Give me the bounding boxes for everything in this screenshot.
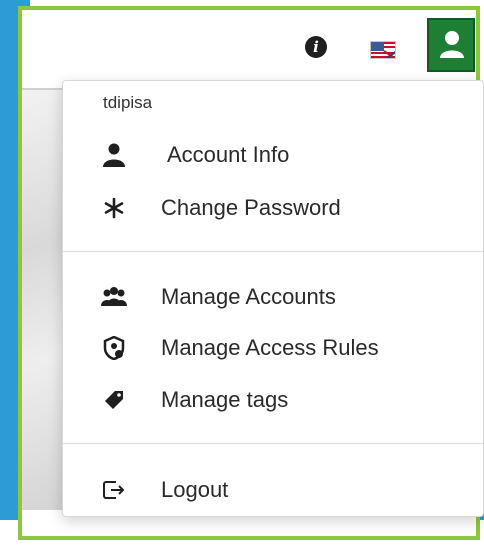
users-icon	[101, 284, 127, 310]
menu-item-manage-tags[interactable]: Manage tags	[101, 383, 288, 417]
menu-item-label: Account Info	[167, 142, 290, 167]
access-rules-icon	[101, 335, 127, 361]
user-icon	[440, 31, 464, 58]
user-dropdown-menu: tdipisa Account Info Change Password Man…	[62, 80, 484, 517]
flag-icon[interactable]	[370, 41, 396, 59]
info-icon[interactable]: i	[305, 36, 327, 58]
top-navbar	[22, 10, 476, 86]
menu-item-label: Manage Accounts	[161, 284, 336, 309]
menu-item-label: Logout	[161, 477, 229, 502]
asterisk-icon	[101, 195, 127, 221]
menu-item-manage-accounts[interactable]: Manage Accounts	[101, 280, 336, 314]
menu-item-account-info[interactable]: Account Info	[101, 138, 289, 172]
menu-item-label: Change Password	[161, 195, 341, 220]
menu-item-manage-access-rules[interactable]: Manage Access Rules	[101, 331, 379, 365]
user-icon	[101, 142, 127, 168]
menu-item-change-password[interactable]: Change Password	[101, 191, 341, 225]
logout-icon	[101, 477, 127, 503]
menu-item-logout[interactable]: Logout	[101, 473, 228, 507]
menu-item-label: Manage Access Rules	[161, 335, 379, 360]
menu-divider	[63, 251, 483, 252]
user-menu-button[interactable]	[427, 18, 475, 72]
tag-icon	[101, 387, 127, 413]
menu-username: tdipisa	[103, 93, 153, 112]
menu-item-label: Manage tags	[161, 387, 289, 412]
menu-divider	[63, 443, 483, 444]
